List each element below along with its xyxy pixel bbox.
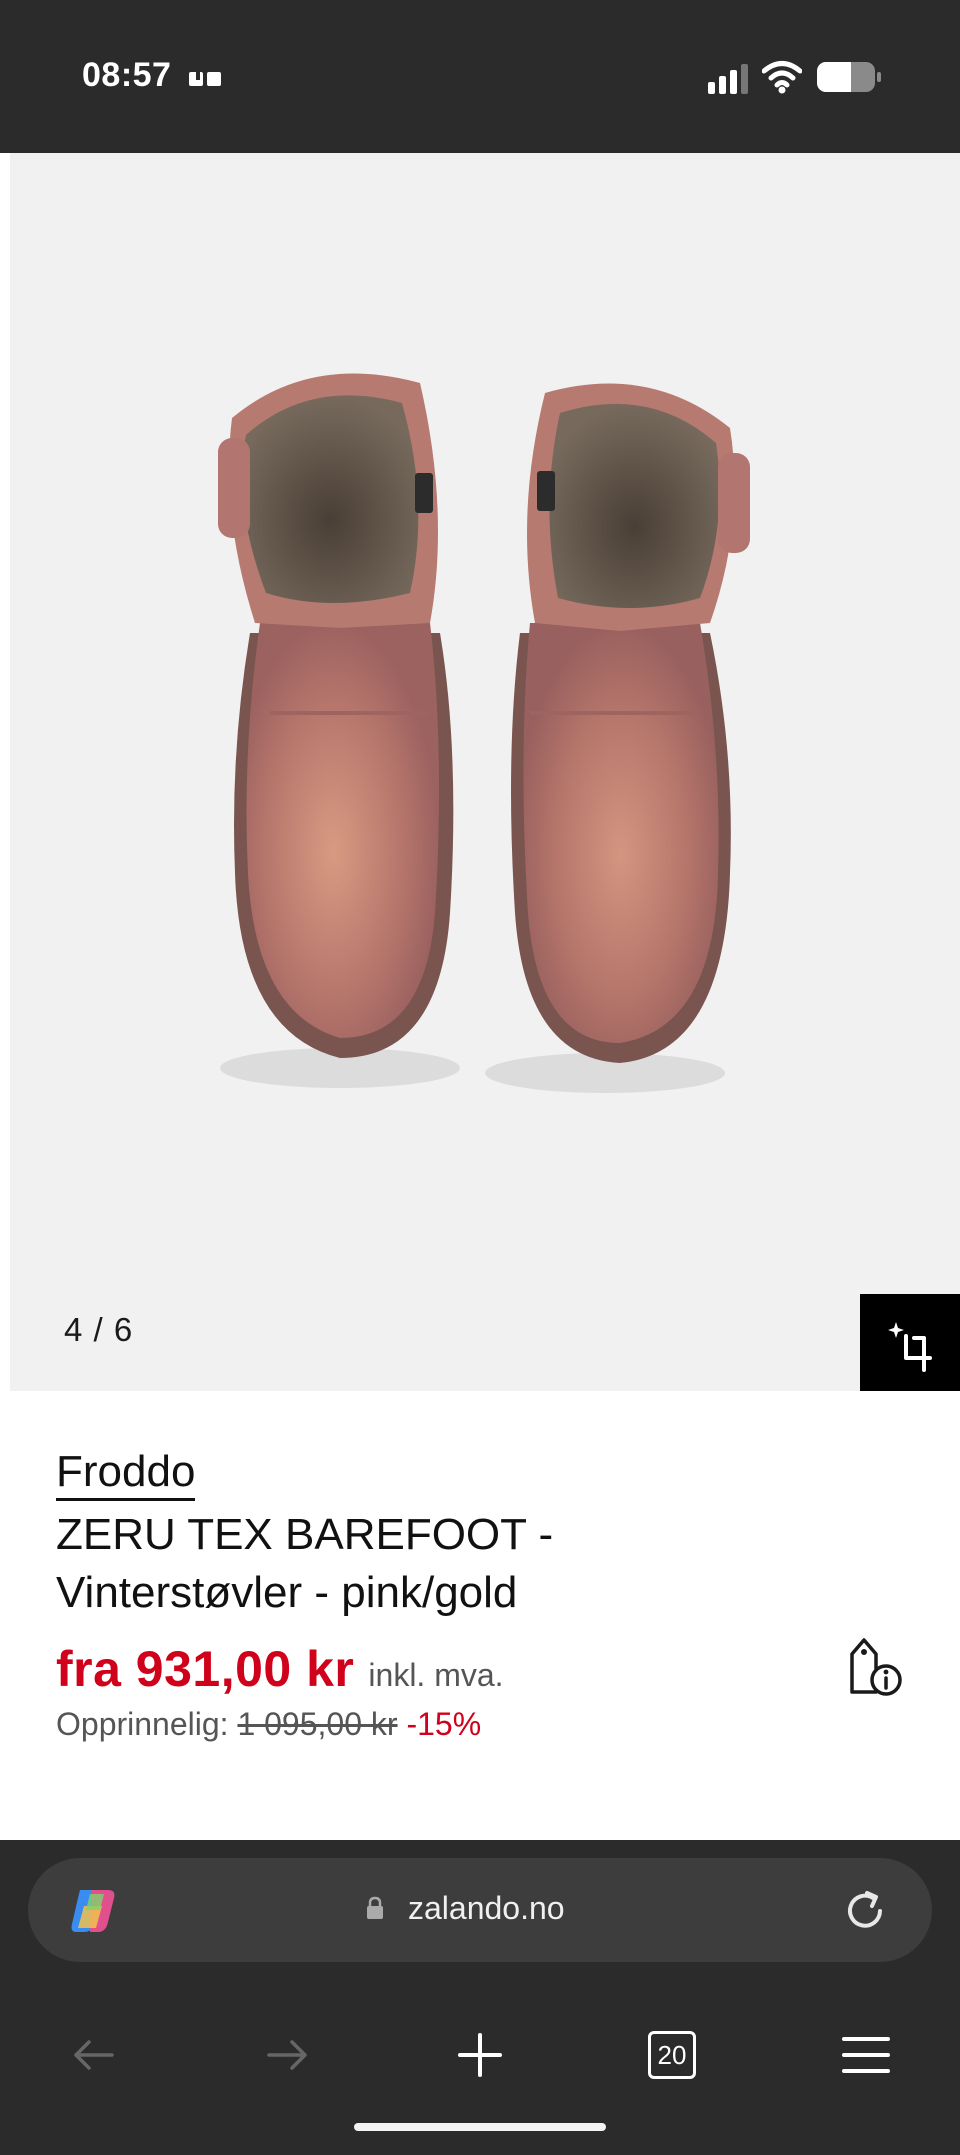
product-image-gallery[interactable]: 4 / 6 [10,153,960,1391]
product-title-line2: Vinterstøvler - pink/gold [56,1568,518,1617]
tabs-button[interactable]: 20 [632,2015,712,2095]
forward-button[interactable] [247,2015,327,2095]
browser-toolbar: zalando.no 20 [0,1840,960,2155]
discount-badge: -15% [406,1706,482,1742]
menu-button[interactable] [826,2015,906,2095]
tab-count: 20 [657,2039,687,2070]
hamburger-menu-icon [842,2037,890,2073]
price-tag-info-icon[interactable] [846,1636,906,1698]
arrow-left-icon [74,2040,114,2070]
wifi-icon [762,61,802,94]
focus-mode-icon [189,72,221,86]
product-title-line1: ZERU TEX BAREFOOT - [56,1510,554,1559]
url-text: zalando.no [408,1890,565,1926]
brand-link[interactable]: Froddo [56,1448,196,1501]
new-tab-button[interactable] [440,2015,520,2095]
image-counter: 4 / 6 [64,1311,134,1348]
battery-icon [817,62,881,92]
reload-icon[interactable] [840,1886,890,1936]
find-similar-button[interactable] [860,1294,960,1391]
product-title: ZERU TEX BAREFOOT - Vinterstøvler - pink… [56,1506,856,1622]
original-price: 1 095,00 kr [237,1706,398,1742]
tabs-icon: 20 [648,2031,696,2079]
arrow-right-icon [267,2040,307,2070]
status-bar: 08:57 [0,0,960,153]
address-bar[interactable]: zalando.no [28,1858,932,1962]
original-price-label: Opprinnelig: [56,1706,229,1742]
current-price: fra 931,00 kr [56,1641,355,1697]
lock-icon [367,1896,383,1919]
original-price-row: Opprinnelig: 1 095,00 kr -15% [56,1706,481,1743]
price-row: fra 931,00 kr inkl. mva. [56,1640,504,1698]
vat-note: inkl. mva. [368,1657,504,1693]
status-time: 08:57 [82,56,172,94]
cellular-signal-icon [708,64,748,94]
product-image-boots[interactable] [10,153,960,1391]
copilot-icon[interactable] [66,1884,120,1938]
back-button[interactable] [54,2015,134,2095]
plus-icon [458,2033,502,2077]
sparkle-crop-icon [888,1321,932,1372]
home-indicator[interactable] [354,2123,606,2131]
